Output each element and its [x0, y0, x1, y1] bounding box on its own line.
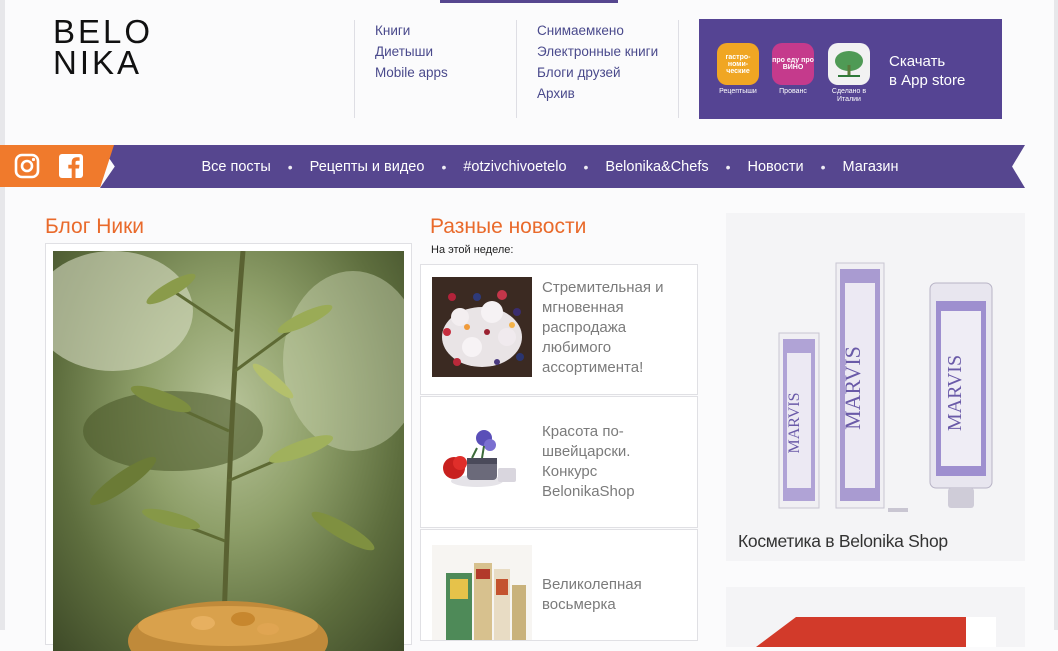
site-logo[interactable]: BELO NIKA [53, 13, 154, 81]
nav-link-mobile-apps[interactable]: Mobile apps [375, 62, 515, 83]
header-nav-column-1: Книги Диетыши Mobile apps [354, 20, 515, 118]
main-nav-all-posts[interactable]: Все посты [202, 159, 271, 175]
app-icon-food-wine[interactable]: про еду про ВИНО [772, 43, 814, 85]
toothpaste-product-image: MARVIS MARVIS MARVIS [778, 262, 993, 512]
shop-promo-card[interactable]: MARVIS MARVIS MARVIS Косметика в Belonik… [726, 213, 1025, 561]
shop-promo-card-2[interactable] [726, 587, 1025, 647]
news-title[interactable]: Красота по-швейцарски. Конкурс BelonikaS… [542, 422, 688, 502]
nav-separator: • [725, 158, 731, 175]
app-icon-made-in-italy[interactable] [828, 43, 870, 85]
app-caption-provence: Прованс [779, 88, 807, 95]
news-item[interactable]: Великолепная восьмерка [420, 529, 698, 641]
blog-section-title[interactable]: Блог Ники [45, 215, 144, 239]
nav-link-filming[interactable]: Снимаемкено [537, 20, 677, 41]
news-thumbnail[interactable] [432, 277, 532, 377]
nav-separator: • [441, 158, 447, 175]
main-nav-news[interactable]: Новости [748, 159, 804, 175]
news-title[interactable]: Великолепная восьмерка [542, 575, 688, 615]
main-nav-hashtag[interactable]: #otzivchivoetelo [463, 159, 566, 175]
nav-link-books[interactable]: Книги [375, 20, 515, 41]
tree-icon [835, 51, 863, 77]
main-nav: Все посты • Рецепты и видео • #otzivchiv… [170, 145, 930, 188]
cta-line-2: в App store [889, 72, 966, 89]
right-border [1054, 0, 1058, 630]
blog-post-card[interactable] [45, 243, 412, 651]
main-nav-chefs[interactable]: Belonika&Chefs [605, 159, 708, 175]
header-divider [678, 20, 689, 118]
instagram-icon[interactable] [13, 152, 41, 180]
main-nav-shop[interactable]: Магазин [843, 159, 899, 175]
box-brand-text: MARVIS [840, 346, 865, 430]
logo-line-1: BELO [53, 13, 154, 50]
news-thumbnail[interactable] [432, 545, 532, 640]
nav-link-archive[interactable]: Архив [537, 83, 677, 104]
shop-caption[interactable]: Косметика в Belonika Shop [738, 531, 948, 552]
app-icon-gastronomic[interactable]: гастро-номи-ческие [717, 43, 759, 85]
left-border [0, 0, 5, 630]
nav-link-ebooks[interactable]: Электронные книги [537, 41, 677, 62]
box-brand-text: MARVIS [786, 393, 803, 454]
news-title[interactable]: Стремительная и мгновенная распродажа лю… [542, 278, 688, 378]
facebook-icon[interactable] [57, 152, 85, 180]
tube-brand-text: MARVIS [944, 355, 966, 431]
header-nav-column-2: Снимаемкено Электронные книги Блоги друз… [516, 20, 677, 118]
nav-separator: • [287, 158, 293, 175]
news-item[interactable]: Красота по-швейцарски. Конкурс BelonikaS… [420, 396, 698, 528]
nav-link-diets[interactable]: Диетыши [375, 41, 515, 62]
app-store-cta[interactable]: Скачать в App store [889, 52, 965, 90]
top-accent-bar [440, 0, 618, 3]
app-caption-italy: Сделано в Италии [831, 88, 867, 103]
nav-link-friends-blogs[interactable]: Блоги друзей [537, 62, 677, 83]
app-store-banner[interactable]: гастро-номи-ческие про еду про ВИНО Реце… [699, 19, 1002, 119]
main-nav-recipes-video[interactable]: Рецепты и видео [310, 159, 425, 175]
week-label: На этой неделе: [431, 244, 514, 256]
logo-line-2: NIKA [53, 44, 143, 81]
nav-separator: • [820, 158, 826, 175]
news-item[interactable]: Стремительная и мгновенная распродажа лю… [420, 264, 698, 395]
blog-post-image[interactable] [53, 251, 404, 651]
cta-line-1: Скачать [889, 53, 946, 70]
promo-image-2 [756, 617, 996, 647]
app-caption-recipes: Рецептыши [719, 88, 757, 95]
news-thumbnail[interactable] [432, 413, 532, 513]
news-section-title[interactable]: Разные новости [430, 215, 586, 239]
nav-separator: • [583, 158, 589, 175]
